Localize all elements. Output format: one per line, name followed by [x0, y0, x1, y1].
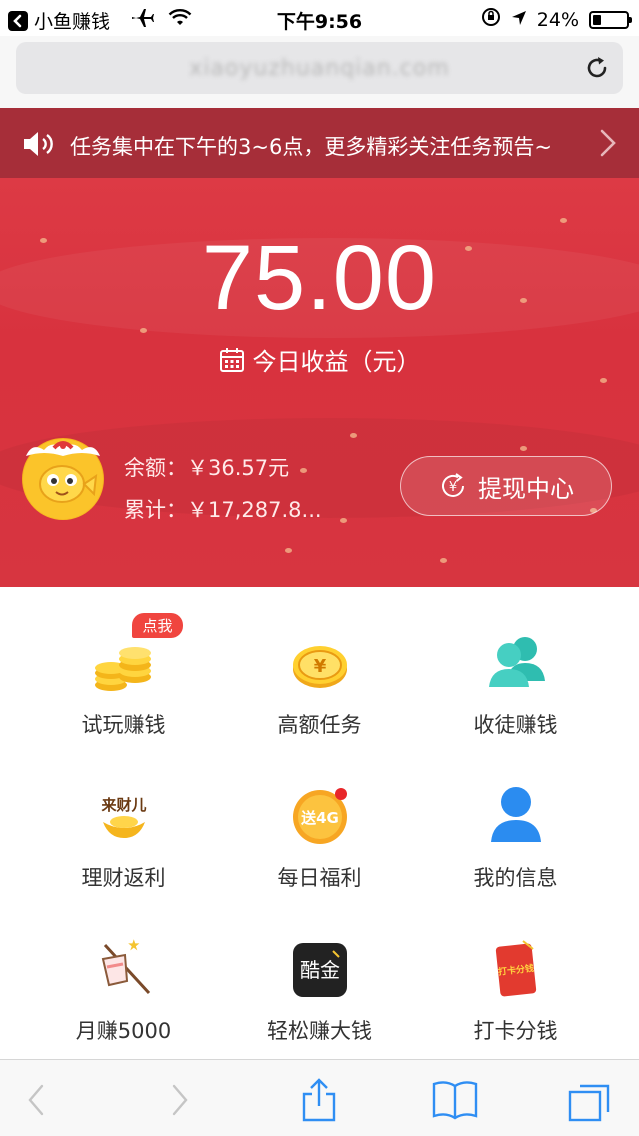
gold-ingot-icon: 来财儿 — [100, 796, 146, 838]
confetti-decoration — [340, 518, 347, 523]
back-icon[interactable] — [14, 1078, 60, 1122]
cup-icon — [101, 939, 150, 995]
avatar[interactable] — [22, 438, 104, 520]
chevron-right-icon[interactable] — [599, 128, 617, 158]
confetti-decoration — [520, 446, 527, 451]
today-earnings-amount: 75.00 — [201, 227, 438, 329]
grid-item-label: 试玩赚钱 — [81, 713, 166, 737]
browser-toolbar — [0, 1059, 639, 1136]
announcement-text: 任务集中在下午的3~6点，更多精彩关注任务预告~ — [70, 135, 552, 159]
orientation-lock-icon — [481, 7, 501, 32]
red-envelope-icon: 打卡分钱 — [495, 940, 536, 997]
grid-item-try-play[interactable]: 点我 试玩赚钱 — [17, 587, 230, 737]
confetti-decoration — [285, 548, 292, 553]
grid-item-label: 理财返利 — [81, 866, 166, 890]
battery-level — [593, 14, 601, 25]
withdraw-center-button[interactable]: ¥ 提现中心 — [400, 456, 612, 516]
battery-percent: 24% — [536, 8, 579, 31]
url-text: xiaoyuzhuanqian.com — [189, 56, 450, 81]
grid-item-check-in-split[interactable]: 打卡分钱 打卡分钱 — [409, 893, 622, 1043]
confetti-decoration — [560, 218, 567, 223]
grid-item-easy-money[interactable]: 酷金 轻松赚大钱 — [213, 893, 426, 1043]
try-play-badge: 点我 — [132, 613, 183, 638]
svg-text:¥: ¥ — [313, 656, 326, 677]
address-field[interactable]: xiaoyuzhuanqian.com — [16, 42, 623, 94]
bookmarks-icon[interactable] — [432, 1078, 478, 1122]
withdraw-label: 提现中心 — [478, 474, 574, 503]
grid-item-finance-rebate[interactable]: 来财儿 理财返利 — [17, 740, 230, 890]
grid-item-label: 收徒赚钱 — [473, 713, 558, 737]
grid-item-label: 打卡分钱 — [473, 1019, 558, 1043]
today-earnings-label: 今日收益（元） — [0, 342, 639, 377]
announcement-bar[interactable]: 任务集中在下午的3~6点，更多精彩关注任务预告~ — [0, 108, 639, 178]
earnings-panel: 75.00 今日收益（元） 余额：￥36.57元 累计：￥17,287.8... — [0, 178, 639, 587]
battery-icon — [589, 10, 632, 29]
browser-address-area: xiaoyuzhuanqian.com — [0, 36, 639, 108]
grid-item-label: 月赚5000 — [75, 1019, 172, 1043]
icon-caption: 来财儿 — [100, 796, 146, 814]
icon-caption: 酷金 — [300, 958, 340, 982]
calendar-icon — [219, 347, 244, 372]
share-icon[interactable] — [296, 1078, 342, 1122]
coins-icon — [94, 647, 151, 691]
reload-icon[interactable] — [583, 54, 611, 82]
grid-item-recruit-disciples[interactable]: 收徒赚钱 — [409, 587, 622, 737]
balance-text: 余额：￥36.57元 — [124, 456, 290, 480]
today-label-text: 今日收益（元） — [252, 348, 421, 376]
confetti-decoration — [350, 433, 357, 438]
svg-text:¥: ¥ — [449, 480, 457, 495]
confetti-decoration — [300, 468, 307, 473]
forward-icon[interactable] — [156, 1078, 202, 1122]
tabs-icon[interactable] — [566, 1078, 612, 1122]
grid-item-monthly-5000[interactable]: 月赚5000 — [17, 893, 230, 1043]
confetti-decoration — [440, 558, 447, 563]
yuan-coin-icon: ¥ — [292, 646, 347, 688]
grid-item-label: 每日福利 — [277, 866, 362, 890]
grid-item-label: 轻松赚大钱 — [267, 1019, 372, 1043]
grid-item-daily-benefits[interactable]: 送4G 每日福利 — [213, 740, 426, 890]
confetti-decoration — [600, 378, 607, 383]
grid-item-label: 高额任务 — [277, 713, 362, 737]
location-icon — [511, 9, 527, 31]
withdraw-yuan-icon: ¥ — [442, 473, 464, 497]
grid-item-my-info[interactable]: 我的信息 — [409, 740, 622, 890]
gift-4g-icon: 送4G — [292, 788, 347, 844]
kujin-app-icon: 酷金 — [292, 943, 347, 997]
total-earnings-text: 累计：￥17,287.8... — [124, 498, 322, 522]
user-icon — [490, 787, 541, 842]
status-bar: 小鱼赚钱 下午9:56 24% — [0, 0, 639, 36]
icon-caption: 送4G — [300, 809, 339, 827]
grid-item-label: 我的信息 — [473, 866, 558, 890]
grid-item-high-reward-tasks[interactable]: ¥ 高额任务 — [213, 587, 426, 737]
speaker-icon — [24, 132, 53, 156]
feature-grid: 点我 试玩赚钱 ¥ 高额任务 收徒赚钱 来财儿 理财返利 送4G 每日福利 我的… — [0, 587, 639, 1059]
users-icon — [488, 637, 545, 687]
fish-mascot-icon — [23, 439, 103, 519]
